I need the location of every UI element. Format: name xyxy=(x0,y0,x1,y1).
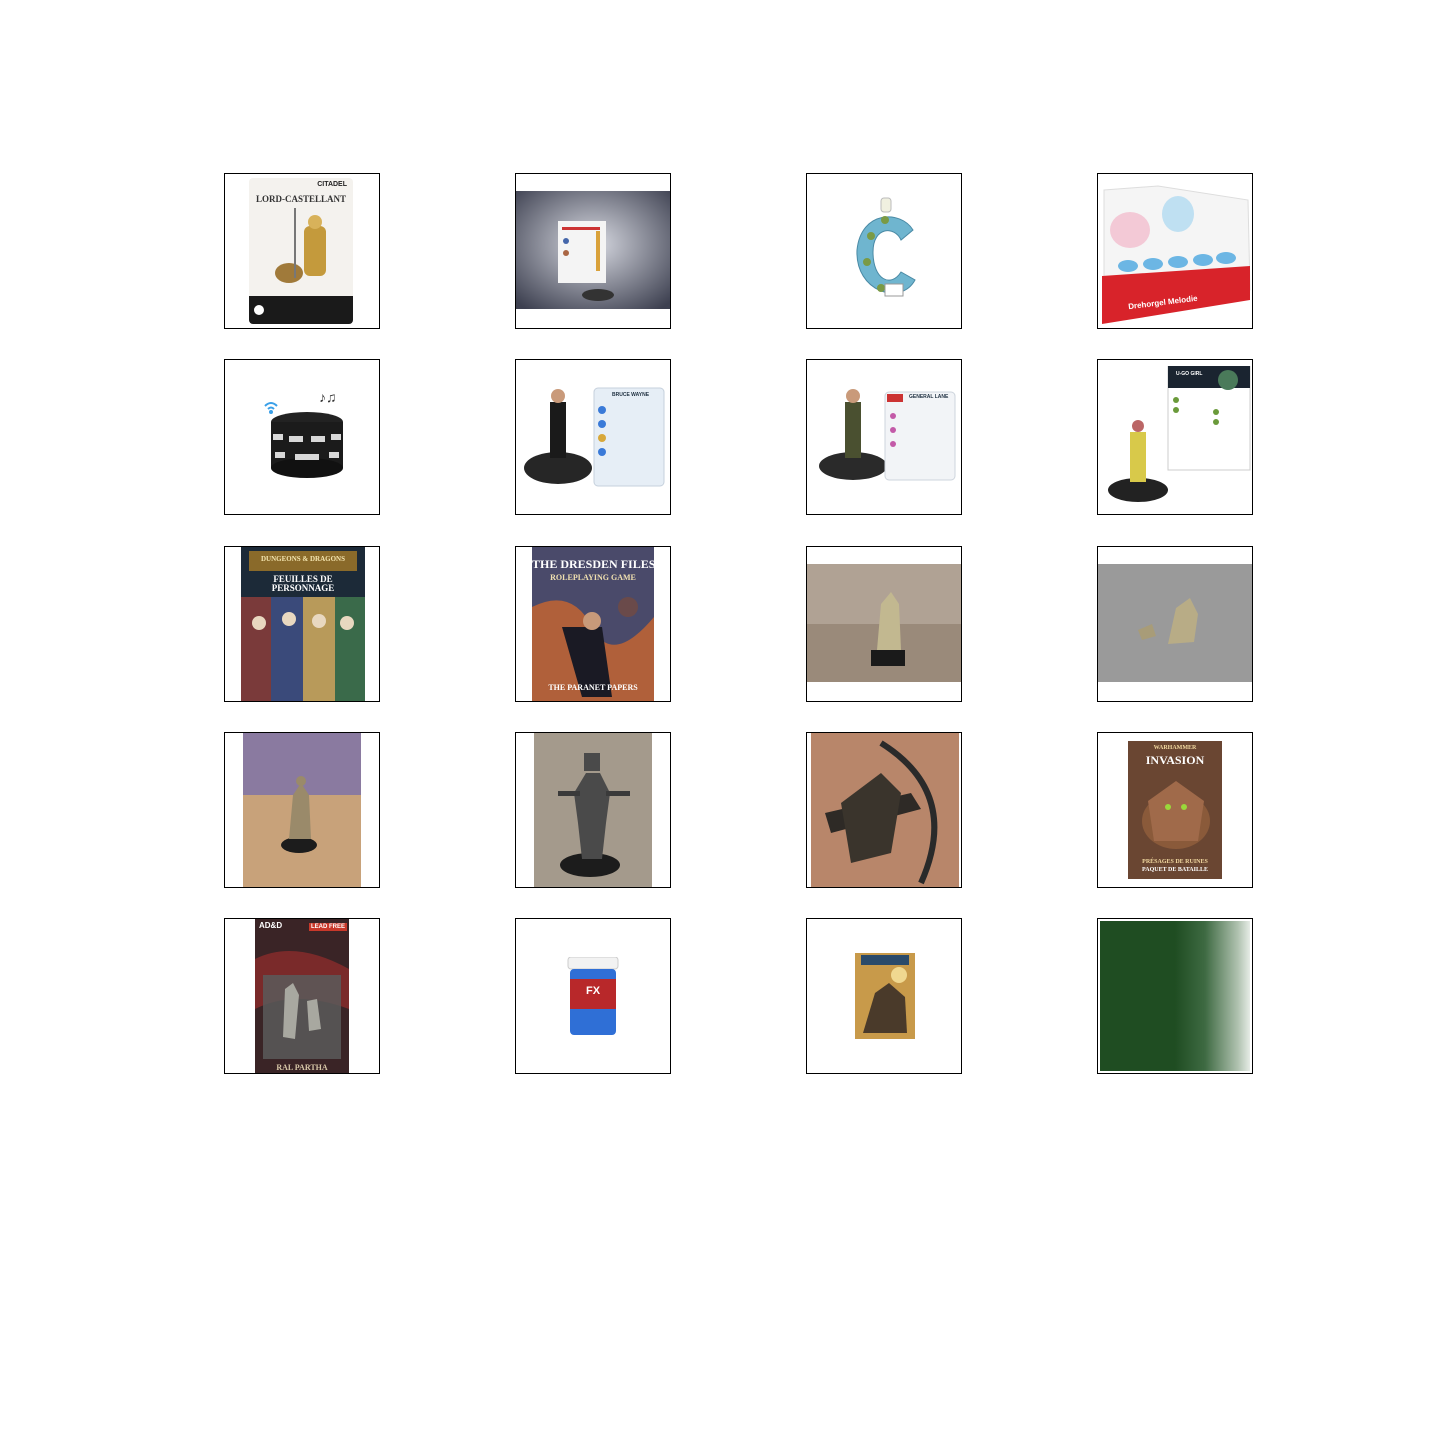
product-tile-painted-figure[interactable] xyxy=(224,732,380,888)
product-tile-feuilles-de-personnage[interactable]: DUNGEONS & DRAGONS FEUILLES DE PERSONNAG… xyxy=(224,546,380,702)
metal-miniature-photo xyxy=(807,564,961,682)
product-tile-general-lane[interactable]: GENERAL LANE xyxy=(806,359,962,515)
product-tile-figure-photo[interactable] xyxy=(515,173,671,329)
product-title: FEUILLES DE PERSONNAGE xyxy=(271,574,335,593)
subtitle: ROLEPLAYING GAME xyxy=(550,573,636,582)
product-tile-gunslinger-figure[interactable] xyxy=(515,732,671,888)
crossbow-miniature-photo xyxy=(811,733,959,887)
product-tile-unpainted-miniature-2[interactable] xyxy=(1097,546,1253,702)
brand-label: AD&D xyxy=(259,921,283,930)
product-tile-ral-partha[interactable]: AD&D LEAD FREE RAL PARTHA xyxy=(224,918,380,1074)
card-game-booster-image xyxy=(855,953,915,1039)
product-tile-green-swatch[interactable] xyxy=(1097,918,1253,1074)
product-tile-crossbow-figure[interactable] xyxy=(806,732,962,888)
manufacturer-label: RAL PARTHA xyxy=(276,1063,328,1072)
heroclix-general-lane-image: GENERAL LANE xyxy=(817,386,957,486)
heroclix-bruce-wayne-image: BRUCE WAYNE xyxy=(522,382,666,490)
subtitle: PRÉSAGES DE RUINES xyxy=(1142,859,1208,865)
product-tile-bruce-wayne[interactable]: BRUCE WAYNE xyxy=(515,359,671,515)
brand-label: THE DRESDEN FILES xyxy=(532,557,654,571)
figure-on-table-photo xyxy=(516,191,670,309)
product-tile-lord-castellant[interactable]: CITADEL LORD-CASTELLANT xyxy=(224,173,380,329)
warhammer-invasion-pack-cover: WARHAMMER INVASION PRÉSAGES DE RUINES PA… xyxy=(1128,741,1222,879)
female-figure-photo xyxy=(243,733,361,887)
product-title: FX xyxy=(585,985,601,997)
product-image-grid: CITADEL LORD-CASTELLANT Drehorgel Melodi… xyxy=(224,173,1254,1076)
product-tile-warhammer-invasion[interactable]: WARHAMMER INVASION PRÉSAGES DE RUINES PA… xyxy=(1097,732,1253,888)
brand-label: DUNGEONS & DRAGONS xyxy=(260,555,345,563)
brand-label: WARHAMMER xyxy=(1153,745,1197,751)
card-name: GENERAL LANE xyxy=(909,394,949,400)
svg-text:♪♫: ♪♫ xyxy=(319,389,337,405)
product-tile-paint-jar[interactable]: FX xyxy=(515,918,671,1074)
product-title: INVASION xyxy=(1145,753,1205,767)
product-tile-unpainted-miniature-1[interactable] xyxy=(806,546,962,702)
letter-c-decoration-image xyxy=(851,196,921,312)
product-tile-drehorgel[interactable]: Drehorgel Melodie xyxy=(1097,173,1253,329)
adnd-blister-pack-image: AD&D LEAD FREE RAL PARTHA xyxy=(255,919,349,1073)
product-tile-speaker[interactable]: ♪♫ xyxy=(224,359,380,515)
bluetooth-speaker-image: ♪♫ xyxy=(259,384,355,484)
gunslinger-miniature-photo xyxy=(534,733,652,887)
product-tile-dresden-files[interactable]: THE DRESDEN FILES ROLEPLAYING GAME THE P… xyxy=(515,546,671,702)
card-name: BRUCE WAYNE xyxy=(612,392,650,398)
heroclix-u-go-girl-image: U-GO GIRL xyxy=(1104,366,1252,508)
subtitle: PAQUET DE BATAILLE xyxy=(1142,867,1208,873)
lead-free-badge: LEAD FREE xyxy=(308,923,347,931)
product-tile-letter-c[interactable] xyxy=(806,173,962,329)
lord-castellant-box-image: CITADEL LORD-CASTELLANT xyxy=(249,178,353,324)
product-title: THE PARANET PAPERS xyxy=(548,683,638,692)
green-color-swatch xyxy=(1100,921,1250,1071)
card-name: U-GO GIRL xyxy=(1176,371,1203,377)
product-tile-u-go-girl[interactable]: U-GO GIRL xyxy=(1097,359,1253,515)
product-tile-card-booster[interactable] xyxy=(806,918,962,1074)
drehorgel-display-box-image: Drehorgel Melodie xyxy=(1098,180,1252,324)
dresden-files-book-cover: THE DRESDEN FILES ROLEPLAYING GAME THE P… xyxy=(532,547,654,701)
metal-miniature-parts-photo xyxy=(1098,564,1252,682)
dnd-character-sheets-cover: DUNGEONS & DRAGONS FEUILLES DE PERSONNAG… xyxy=(241,547,365,701)
blue-paint-jar-image: FX xyxy=(566,957,620,1037)
